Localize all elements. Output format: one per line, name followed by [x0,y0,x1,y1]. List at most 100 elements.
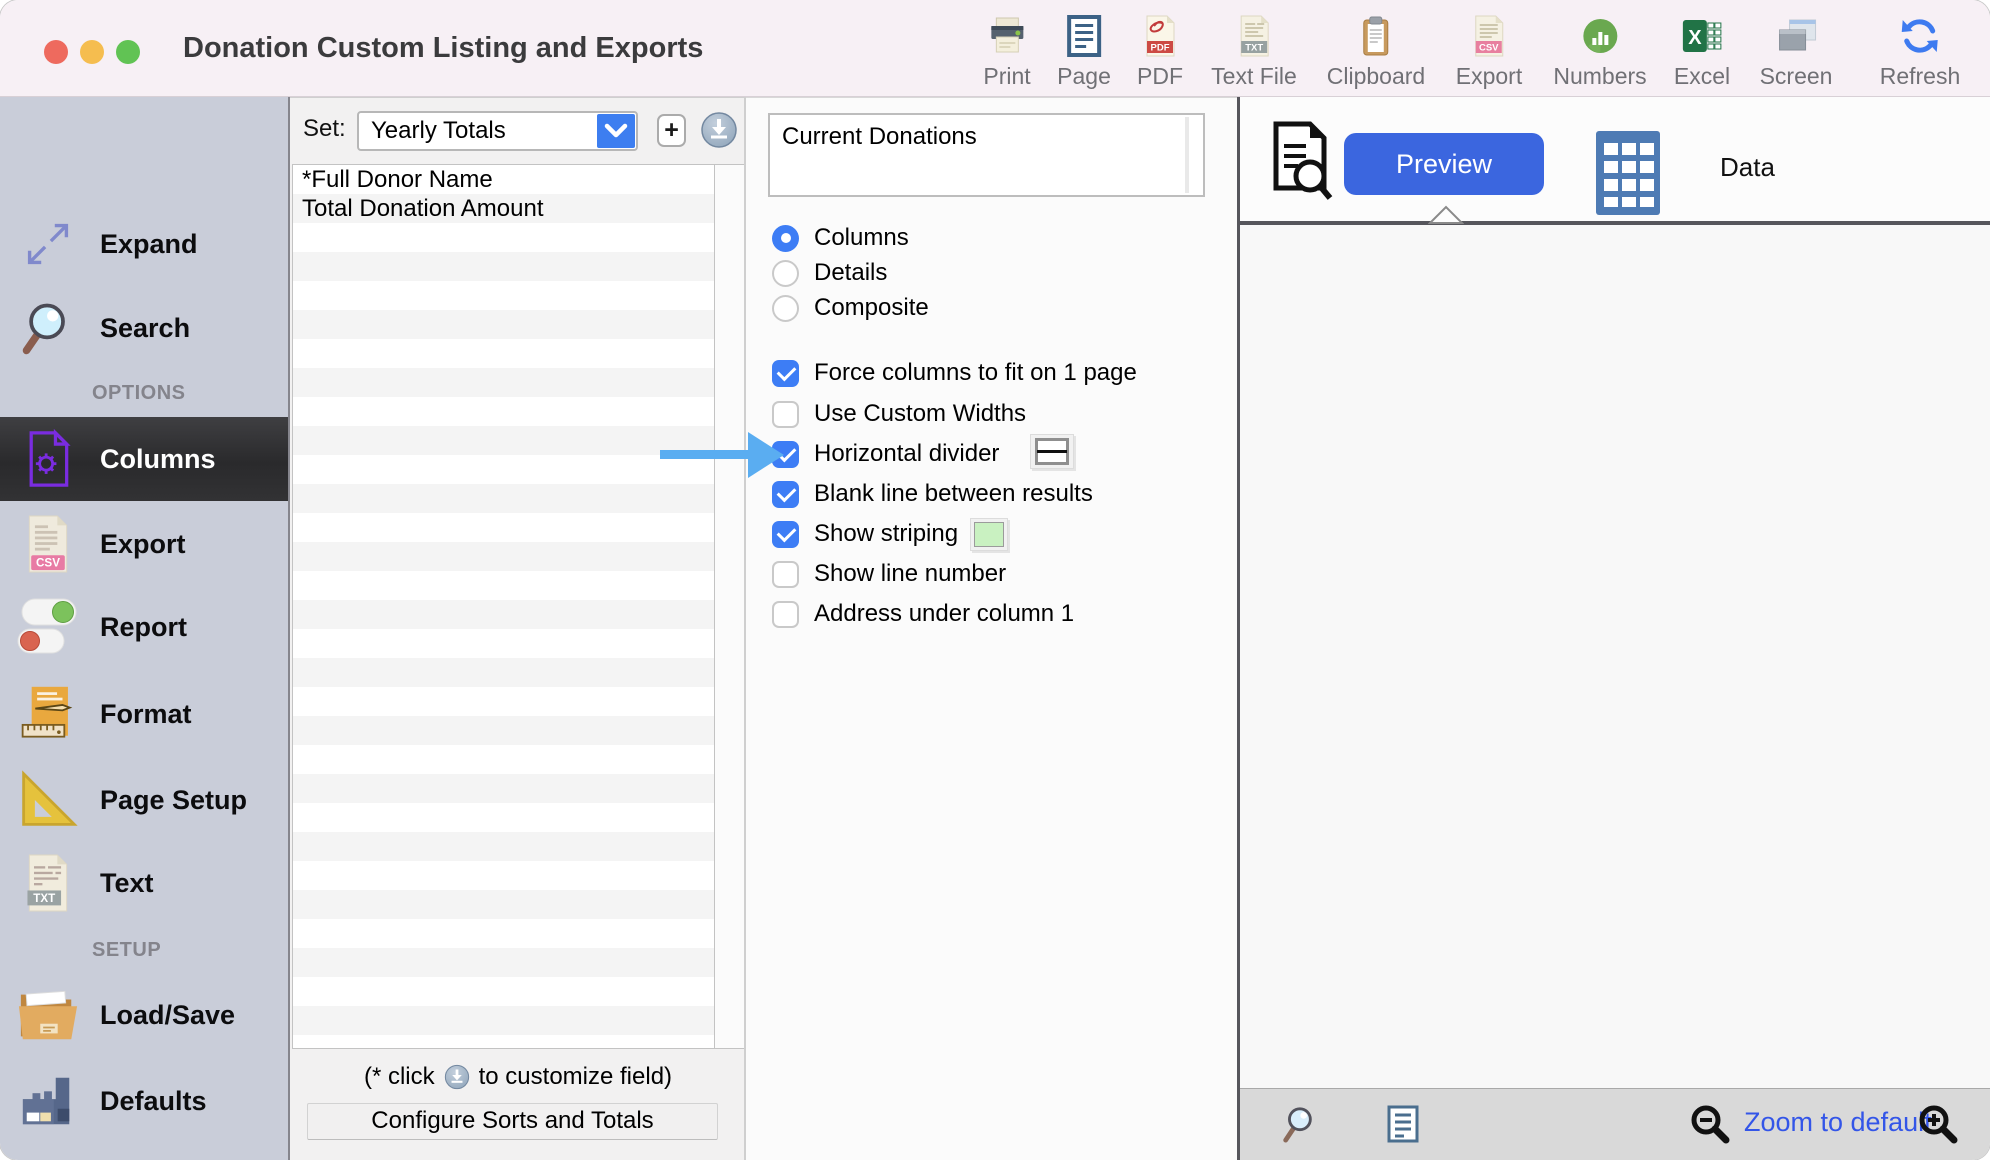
customize-hint: (* click to customize field) [290,1062,746,1092]
minimize-window-button[interactable] [80,40,104,64]
svg-text:PDF: PDF [1151,43,1170,54]
configure-sorts-totals-button[interactable]: Configure Sorts and Totals [307,1103,718,1140]
data-grid-icon [1596,131,1660,220]
selected-tab-caret [1428,205,1464,229]
download-circle-icon [700,111,738,149]
textbox-scrollbar [1185,117,1189,193]
search-icon [16,297,80,359]
page-setup-triangle-ruler-icon [16,770,80,830]
divider-style-button[interactable] [1030,434,1074,469]
sidebar-section-options: OPTIONS [0,379,288,407]
refresh-arrows-icon [1899,12,1941,60]
checkbox-address-column[interactable] [772,601,799,628]
sidebar-item-format[interactable]: Format [0,674,288,754]
expand-arrows-icon [16,213,80,275]
tab-data[interactable]: Data [1720,152,1775,183]
radio-row-columns[interactable]: Columns [772,224,909,252]
checkbox-row-line-number[interactable]: Show line number [772,560,1006,588]
clipboard-icon [1360,12,1392,60]
sidebar-item-load-save[interactable]: Load/Save [0,975,288,1055]
striping-color-preview [974,522,1004,547]
tab-preview[interactable]: Preview [1344,133,1544,195]
radio-details[interactable] [772,260,799,287]
checkbox-row-address-column[interactable]: Address under column 1 [772,600,1074,628]
svg-text:TXT: TXT [1245,43,1263,54]
toolbar-numbers-button[interactable]: Numbers [1553,12,1646,90]
title-bar: Donation Custom Listing and Exports Prin… [0,0,1990,97]
checkbox-custom-widths[interactable] [772,401,799,428]
checkbox-show-striping[interactable] [772,521,799,548]
field-list-scrollbar[interactable] [714,164,746,1049]
page-icon [1066,12,1102,60]
sidebar-section-setup: SETUP [0,936,288,964]
sidebar-item-search[interactable]: Search [0,288,288,368]
field-set-value: Yearly Totals [371,113,506,149]
sidebar-item-text[interactable]: TXT Text [0,843,288,923]
checkbox-row-horizontal-divider[interactable]: Horizontal divider [772,440,999,468]
toolbar-screen-button[interactable]: Screen [1760,12,1833,90]
sidebar-item-export[interactable]: CSV Export [0,504,288,584]
toolbar-clipboard-button[interactable]: Clipboard [1327,12,1425,90]
download-circle-icon [444,1064,470,1090]
sidebar-item-report[interactable]: Report [0,587,288,667]
zoom-window-button[interactable] [116,40,140,64]
checkbox-line-number[interactable] [772,561,799,588]
checkbox-row-show-striping[interactable]: Show striping [772,520,958,548]
toolbar-print-button[interactable]: Print [983,12,1030,90]
zoom-out-icon[interactable] [1689,1103,1731,1145]
text-file-icon: TXT [16,852,80,914]
radio-columns[interactable] [772,225,799,252]
screen-windows-icon [1774,12,1818,60]
customize-field-button[interactable] [700,111,738,154]
svg-text:TXT: TXT [33,892,55,905]
checkbox-blank-line[interactable] [772,481,799,508]
zoom-in-icon[interactable] [1917,1103,1959,1145]
svg-text:CSV: CSV [36,556,60,569]
preview-text-view-button[interactable] [1387,1105,1419,1143]
numbers-app-icon [1580,12,1620,60]
sidebar-item-expand[interactable]: Expand [0,204,288,284]
close-window-button[interactable] [44,40,68,64]
radio-composite[interactable] [772,295,799,322]
excel-app-icon: X [1681,12,1723,60]
annotation-arrow-head [748,432,784,478]
sidebar-item-columns[interactable]: Columns [0,417,288,501]
app-window: Donation Custom Listing and Exports Prin… [0,0,1990,1160]
load-save-folder-icon [16,986,80,1044]
svg-text:X: X [1688,27,1702,49]
add-set-button[interactable]: + [657,114,686,147]
field-list[interactable]: *Full Donor Name Total Donation Amount [292,164,715,1049]
checkbox-row-force-fit[interactable]: Force columns to fit on 1 page [772,359,1137,387]
annotation-arrow [660,450,754,459]
printer-icon [987,12,1027,60]
toolbar-export-button[interactable]: CSV Export [1456,12,1522,90]
striping-color-swatch[interactable] [970,518,1008,551]
toolbar-page-button[interactable]: Page [1057,12,1111,90]
report-toggles-icon [16,597,80,657]
zoom-to-default-link[interactable]: Zoom to default [1744,1107,1932,1138]
defaults-factory-icon [16,1073,80,1129]
preview-area [1240,225,1990,1088]
chevron-down-icon [597,114,635,148]
sidebar-item-defaults[interactable]: Defaults [0,1061,288,1141]
toolbar-refresh-button[interactable]: Refresh [1880,12,1961,90]
radio-row-details[interactable]: Details [772,259,887,287]
radio-row-composite[interactable]: Composite [772,294,929,322]
svg-text:CSV: CSV [1479,43,1499,54]
toolbar-excel-button[interactable]: X Excel [1674,12,1730,90]
checkbox-row-blank-line[interactable]: Blank line between results [772,480,1093,508]
toolbar-text-file-button[interactable]: TXT Text File [1211,12,1297,90]
toolbar-pdf-button[interactable]: PDF PDF [1137,12,1183,90]
checkbox-row-custom-widths[interactable]: Use Custom Widths [772,400,1026,428]
pdf-file-icon: PDF [1143,12,1177,60]
sidebar-item-page-setup[interactable]: Page Setup [0,760,288,840]
format-document-icon [16,683,80,745]
field-list-item[interactable]: *Full Donor Name [293,165,715,194]
field-set-dropdown[interactable]: Yearly Totals [357,111,638,151]
report-title-input[interactable]: Current Donations [768,113,1205,197]
export-csv-file-icon: CSV [16,512,80,576]
field-list-item[interactable]: Total Donation Amount [293,194,715,223]
checkbox-force-fit[interactable] [772,360,799,387]
horizontal-divider-icon [1035,438,1069,465]
preview-search-button[interactable] [1279,1104,1317,1144]
